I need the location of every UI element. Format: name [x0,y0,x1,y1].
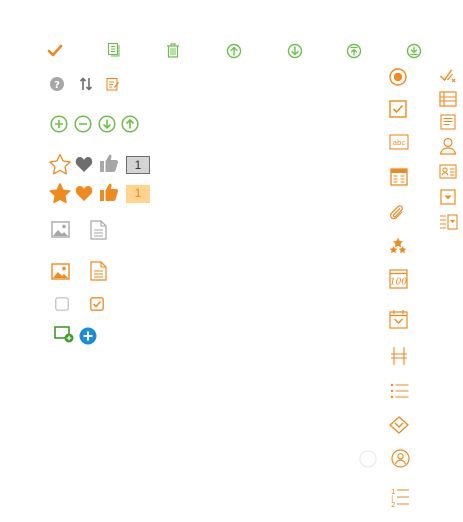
approve-icon[interactable] [439,68,458,84]
paragraph-icon[interactable] [440,114,456,130]
svg-text:100: 100 [390,278,407,288]
layout-icon[interactable] [439,91,457,107]
thumbs-up-orange-icon[interactable] [99,182,119,202]
download-circle-icon[interactable] [406,43,422,59]
attachment-icon[interactable] [389,203,407,223]
thumbs-up-gray-icon[interactable] [99,153,119,173]
trash-icon[interactable] [166,43,180,58]
add-circle-blue-icon[interactable] [79,327,97,345]
star-empty-icon[interactable] [48,153,72,176]
add-screen-icon[interactable] [54,326,74,343]
rating-count-badge-active: 1 [126,185,150,203]
table-field-icon[interactable] [390,168,408,186]
date-field-icon[interactable] [389,309,408,329]
sort-icon[interactable] [79,77,93,91]
rating-field-icon[interactable] [389,237,407,255]
edit-note-icon[interactable] [106,77,120,91]
move-down-circle-icon[interactable] [98,115,116,133]
add-circle-icon[interactable] [50,115,68,133]
sequence-icon[interactable]: 1 | 2 [391,487,410,507]
star-filled-icon[interactable] [48,182,72,205]
document-list-icon[interactable] [107,42,121,57]
checkbox-checked-icon[interactable] [90,297,104,311]
help-circle-icon[interactable]: ? [50,77,64,91]
remove-circle-icon[interactable] [74,115,92,133]
multi-select-icon[interactable] [439,214,458,230]
image-orange-icon[interactable] [51,263,70,280]
heart-gray-icon[interactable] [75,156,93,173]
svg-text:2: 2 [391,501,395,507]
svg-text:?: ? [54,80,60,91]
empty-radio-icon[interactable] [359,450,377,468]
move-up-circle-icon[interactable] [121,115,139,133]
document-gray-icon[interactable] [90,220,107,240]
section-break-icon[interactable] [390,346,408,366]
dropdown-box-icon[interactable] [440,189,456,205]
check-icon[interactable] [47,44,63,58]
svg-text:abc: abc [393,139,406,147]
radio-button-icon[interactable] [389,68,407,86]
list-field-icon[interactable] [390,383,409,399]
person-icon[interactable] [439,137,457,155]
text-field-icon[interactable]: abc [389,134,409,150]
document-orange-icon[interactable] [90,261,107,281]
checkbox-field-icon[interactable] [389,100,407,118]
image-gray-icon[interactable] [51,221,70,238]
heart-orange-icon[interactable] [75,185,93,202]
arrow-down-circle-icon[interactable] [287,43,303,59]
dropdown-field-icon[interactable] [389,416,409,434]
upload-circle-icon[interactable] [346,43,362,59]
rating-count-badge: 1 [126,156,150,174]
checkbox-empty-icon[interactable] [55,297,69,311]
user-field-icon[interactable] [391,449,410,468]
contact-card-icon[interactable] [439,164,457,179]
number-field-icon[interactable]: 100 [389,269,408,289]
arrow-up-circle-icon[interactable] [226,43,242,59]
